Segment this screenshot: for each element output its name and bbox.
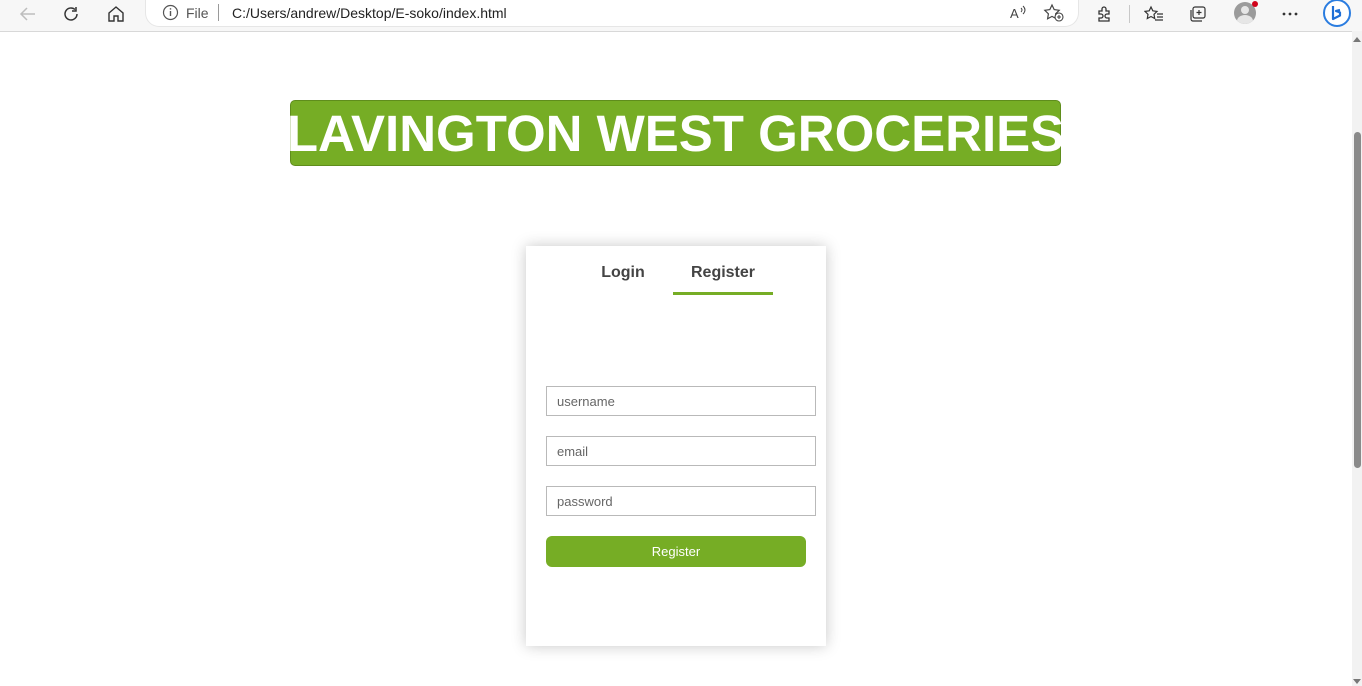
email-input[interactable] — [546, 436, 816, 466]
scroll-up-arrow-icon[interactable] — [1353, 37, 1361, 42]
address-separator — [218, 4, 219, 21]
svg-text:A: A — [1010, 6, 1019, 21]
auth-card: Login Register Register — [526, 246, 826, 646]
page-title: LAVINGTON WEST GROCERIES — [286, 104, 1065, 162]
collections-icon[interactable] — [1185, 2, 1211, 26]
notification-dot — [1252, 1, 1258, 7]
more-icon[interactable] — [1277, 2, 1303, 26]
refresh-icon[interactable] — [58, 2, 84, 26]
address-bar[interactable]: File C:/Users/andrew/Desktop/E-soko/inde… — [145, 0, 1079, 27]
info-icon[interactable] — [162, 4, 179, 26]
add-favorite-icon[interactable] — [1043, 3, 1065, 28]
scroll-down-arrow-icon[interactable] — [1353, 679, 1361, 684]
register-button[interactable]: Register — [546, 536, 806, 567]
url-text[interactable]: C:/Users/andrew/Desktop/E-soko/index.htm… — [232, 5, 507, 21]
copilot-icon[interactable] — [1322, 0, 1352, 28]
favorites-icon[interactable] — [1141, 2, 1167, 26]
extensions-icon[interactable] — [1092, 2, 1118, 26]
page-scrollbar[interactable] — [1352, 31, 1362, 686]
tab-login[interactable]: Login — [588, 264, 658, 292]
profile-avatar[interactable] — [1232, 1, 1258, 27]
active-tab-indicator — [673, 292, 773, 295]
scroll-thumb[interactable] — [1354, 132, 1361, 468]
file-label: File — [186, 5, 209, 21]
browser-toolbar: File C:/Users/andrew/Desktop/E-soko/inde… — [0, 0, 1362, 32]
back-arrow-icon[interactable] — [15, 2, 41, 26]
read-aloud-icon[interactable]: A — [1008, 3, 1028, 28]
home-icon[interactable] — [103, 2, 129, 26]
password-input[interactable] — [546, 486, 816, 516]
store-banner: LAVINGTON WEST GROCERIES — [286, 100, 1065, 166]
toolbar-divider — [1129, 5, 1130, 23]
username-input[interactable] — [546, 386, 816, 416]
tab-register[interactable]: Register — [673, 264, 773, 292]
